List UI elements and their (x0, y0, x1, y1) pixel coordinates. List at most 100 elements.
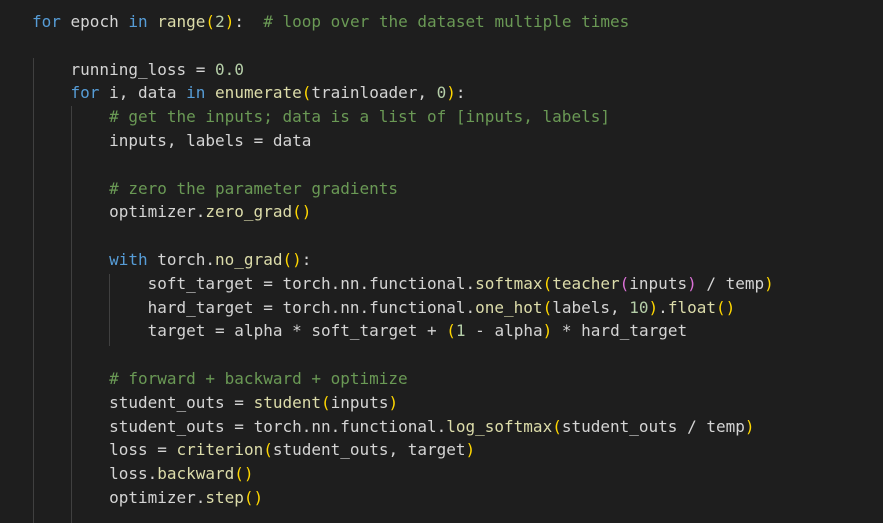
code-editor[interactable]: for epoch in range(2): # loop over the d… (0, 0, 883, 523)
code-line-6[interactable]: inputs, labels = data (32, 129, 311, 153)
code-token: enumerate (215, 83, 302, 103)
code-line-18[interactable]: student_outs = torch.nn.functional.log_s… (32, 415, 755, 439)
code-token: * (292, 321, 302, 341)
code-line-4[interactable]: for i, data in enumerate(trainloader, 0)… (32, 81, 466, 105)
code-token: ( (552, 416, 562, 436)
code-token: 10 (629, 297, 649, 317)
code-token: loss (32, 440, 158, 460)
code-token: with (109, 250, 148, 269)
code-token: ) (446, 83, 456, 103)
code-token: () (715, 297, 736, 317)
code-token: in (128, 12, 148, 31)
code-token: labels, (552, 297, 630, 317)
code-token: ) (224, 12, 235, 31)
code-token: trainloader, (311, 83, 437, 103)
code-token: ( (301, 83, 312, 103)
code-token: student_outs, target (272, 440, 466, 460)
code-line-11[interactable]: with torch.no_grad(): (32, 248, 311, 272)
code-token: backward (157, 464, 235, 484)
code-line-13[interactable]: hard_target = torch.nn.functional.one_ho… (32, 296, 736, 320)
code-token: criterion (176, 440, 264, 460)
code-token: log_softmax (446, 416, 553, 436)
code-token: for (70, 83, 100, 103)
code-token: = (253, 131, 264, 150)
code-line-14[interactable]: target = alpha * soft_target + (1 - alph… (32, 319, 688, 343)
code-token: target (32, 321, 216, 341)
code-line-12[interactable]: soft_target = torch.nn.functional.softma… (32, 272, 774, 296)
code-token: student_outs (32, 416, 235, 436)
code-token: running_loss (32, 59, 196, 79)
code-token: loss. (32, 464, 158, 484)
code-token: teacher (552, 273, 620, 293)
code-token: optimizer. (32, 202, 206, 222)
code-line-20[interactable]: loss.backward() (32, 462, 254, 486)
code-token: () (234, 464, 254, 484)
code-token: ) (388, 392, 399, 412)
code-token: torch.nn.functional. (272, 297, 476, 317)
code-line-21[interactable]: optimizer.step() (32, 486, 263, 510)
code-token: + (426, 321, 437, 341)
code-token: / temp (696, 273, 765, 293)
code-token: 2 (215, 12, 225, 31)
code-token: = (263, 273, 273, 293)
code-line-17[interactable]: student_outs = student(inputs) (32, 391, 398, 415)
code-token: ( (619, 273, 630, 293)
code-token: ( (446, 321, 456, 341)
code-token: inputs (330, 392, 389, 412)
code-token: ) (744, 416, 755, 436)
code-token: # get the inputs; data is a list of [inp… (109, 107, 610, 127)
code-token: zero_grad (205, 202, 293, 222)
code-token: = (263, 297, 273, 317)
code-line-19[interactable]: loss = criterion(student_outs, target) (32, 438, 475, 462)
code-token: = (234, 392, 244, 412)
code-token: : (234, 12, 264, 31)
code-token: range (157, 12, 206, 31)
code-token: * (561, 321, 572, 341)
code-token: no_grad (215, 250, 283, 269)
code-token: i, data (99, 83, 187, 103)
code-token: = (234, 416, 244, 436)
code-token: one_hot (475, 297, 543, 317)
code-token: torch. (147, 250, 216, 269)
code-line-9[interactable]: optimizer.zero_grad() (32, 200, 311, 224)
code-token: torch.nn.functional. (272, 273, 476, 293)
code-token: ) (764, 273, 774, 293)
code-token: = (215, 321, 225, 341)
code-line-3[interactable]: running_loss = 0.0 (32, 58, 244, 82)
code-token: - alpha (465, 321, 543, 341)
code-line-16[interactable]: # forward + backward + optimize (32, 367, 408, 391)
code-token: epoch (60, 12, 129, 31)
code-token: data (263, 131, 312, 150)
code-token: step (205, 488, 244, 507)
code-token: soft_target (301, 321, 427, 341)
code-token: soft_target (32, 273, 264, 293)
code-token: ) (648, 297, 659, 317)
code-token: () (243, 488, 264, 507)
code-token: ) (687, 273, 697, 293)
code-token: : (455, 83, 466, 103)
code-token: = (157, 440, 167, 460)
code-token: alpha (224, 321, 293, 341)
code-token: ) (465, 440, 476, 460)
code-token: float (667, 297, 716, 317)
code-token: ) (542, 321, 553, 341)
code-token: in (186, 83, 206, 103)
code-line-8[interactable]: # zero the parameter gradients (32, 177, 398, 201)
code-token: # zero the parameter gradients (109, 178, 399, 198)
code-token: () (292, 202, 312, 222)
code-token: student_outs (32, 392, 235, 412)
code-token: ( (205, 12, 216, 31)
code-token: torch.nn.functional. (243, 416, 447, 436)
code-token: ( (263, 440, 273, 460)
code-token: ( (542, 297, 553, 317)
code-line-5[interactable]: # get the inputs; data is a list of [inp… (32, 105, 610, 129)
code-line-1[interactable]: for epoch in range(2): # loop over the d… (32, 10, 629, 34)
code-token: () (282, 250, 302, 269)
